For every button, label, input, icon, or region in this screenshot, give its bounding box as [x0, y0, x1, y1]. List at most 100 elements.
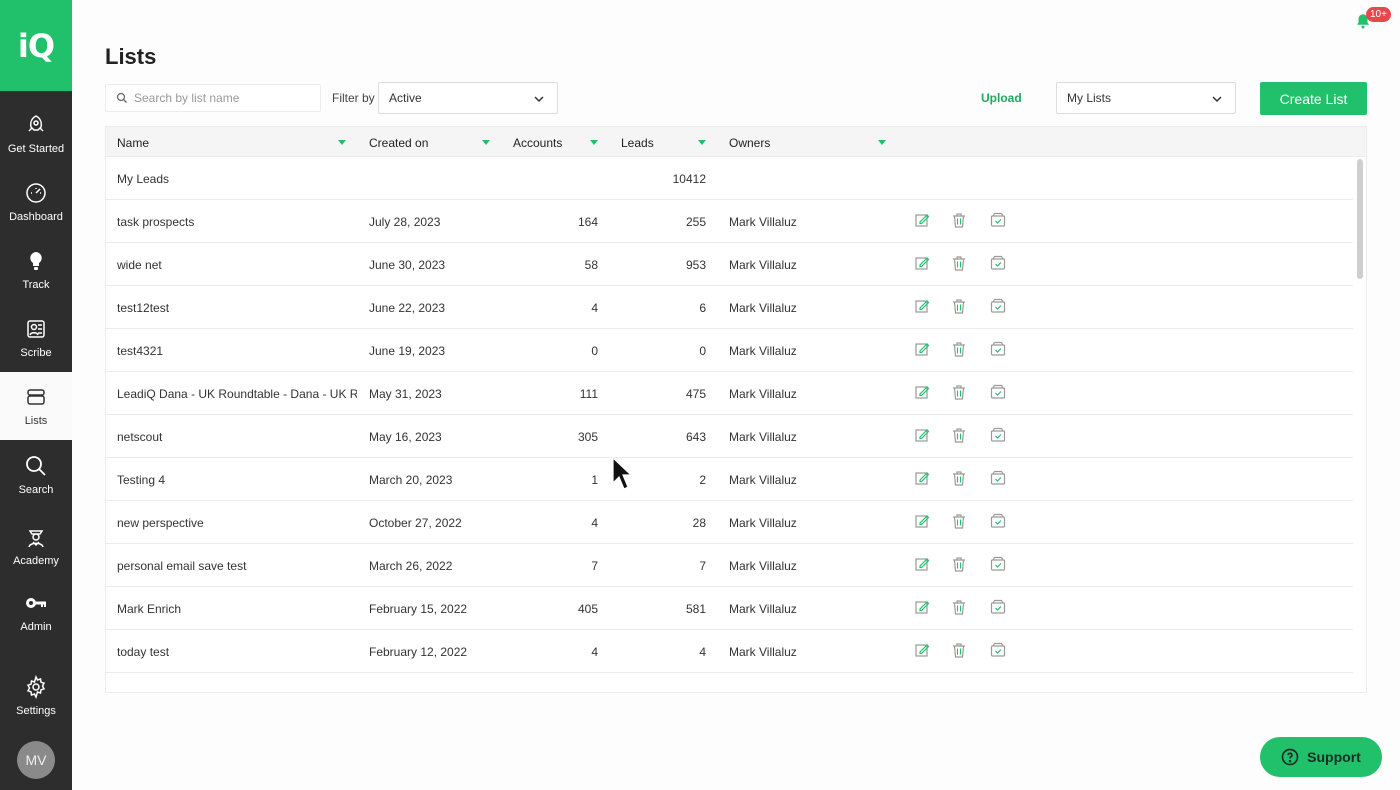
list-name[interactable]: Testing 4: [117, 473, 357, 487]
archive-list-button[interactable]: [990, 556, 1006, 572]
sidebar-item-track[interactable]: Track: [0, 236, 72, 304]
delete-list-button[interactable]: [951, 470, 967, 486]
column-header-name[interactable]: Name: [117, 136, 149, 150]
edit-list-button[interactable]: [914, 470, 930, 486]
list-name[interactable]: Mark Enrich: [117, 602, 357, 616]
sidebar-item-admin[interactable]: Admin: [0, 578, 72, 646]
table-row[interactable]: wide net June 30, 2023 58 953 Mark Villaluz: [106, 243, 1353, 286]
list-name[interactable]: new perspective: [117, 516, 357, 530]
archive-list-button[interactable]: [990, 341, 1006, 357]
page-title: Lists: [105, 44, 157, 69]
created-date: March 26, 2022: [369, 559, 453, 573]
stack-icon: [27, 389, 45, 405]
delete-list-button[interactable]: [951, 384, 967, 400]
edit-list-button[interactable]: [914, 341, 930, 357]
sidebar-item-dashboard[interactable]: Dashboard: [0, 168, 72, 236]
archive-list-button[interactable]: [990, 470, 1006, 486]
list-name[interactable]: test4321: [117, 344, 357, 358]
column-header-owners[interactable]: Owners: [729, 136, 770, 150]
table-row[interactable]: Testing 4 March 20, 2023 1 2 Mark Villaluz: [106, 458, 1353, 501]
delete-list-button[interactable]: [951, 255, 967, 271]
table-row[interactable]: test12test June 22, 2023 4 6 Mark Villaluz: [106, 286, 1353, 329]
column-header-created[interactable]: Created on: [369, 136, 428, 150]
archive-list-button[interactable]: [990, 298, 1006, 314]
list-name[interactable]: personal email save test: [117, 559, 357, 573]
delete-list-button[interactable]: [951, 642, 967, 658]
archive-list-button[interactable]: [990, 642, 1006, 658]
archive-icon: [990, 599, 1006, 614]
edit-list-button[interactable]: [914, 298, 930, 314]
delete-list-button[interactable]: [951, 427, 967, 443]
sidebar-item-scribe[interactable]: Scribe: [0, 304, 72, 372]
edit-list-button[interactable]: [914, 384, 930, 400]
edit-list-button[interactable]: [914, 642, 930, 658]
table-row[interactable]: netscout May 16, 2023 305 643 Mark Villaluz: [106, 415, 1353, 458]
chevron-down-icon: [534, 96, 544, 103]
sidebar-item-lists[interactable]: Lists: [0, 372, 72, 440]
list-name[interactable]: wide net: [117, 258, 357, 272]
table-row[interactable]: today test February 12, 2022 4 4 Mark Villal…: [106, 630, 1353, 673]
list-name[interactable]: task prospects: [117, 215, 357, 229]
delete-list-button[interactable]: [951, 212, 967, 228]
sidebar: iQ Get Started Dashboard Track Scribe Li…: [0, 0, 72, 790]
edit-list-button[interactable]: [914, 599, 930, 615]
edit-list-button[interactable]: [914, 427, 930, 443]
sort-icon[interactable]: [878, 140, 886, 145]
sidebar-item-settings[interactable]: Settings: [0, 662, 72, 730]
column-header-accounts[interactable]: Accounts: [513, 136, 562, 150]
table-row[interactable]: Mark Enrich February 15, 2022 405 581 Mark V…: [106, 587, 1353, 630]
sidebar-item-search[interactable]: Search: [0, 441, 72, 509]
table-row[interactable]: My Leads 10412: [106, 157, 1353, 200]
edit-list-button[interactable]: [914, 556, 930, 572]
search-input[interactable]: [134, 91, 304, 105]
leads-count: 475: [685, 387, 706, 401]
sort-icon[interactable]: [590, 140, 598, 145]
create-list-button[interactable]: Create List: [1260, 82, 1367, 115]
archive-list-button[interactable]: [990, 513, 1006, 529]
table-row[interactable]: test4321 June 19, 2023 0 0 Mark Villaluz: [106, 329, 1353, 372]
edit-icon: [915, 343, 930, 356]
table-scrollbar[interactable]: [1357, 159, 1363, 279]
list-name[interactable]: test12test: [117, 301, 357, 315]
sidebar-item-academy[interactable]: Academy: [0, 512, 72, 580]
table-row[interactable]: LeadiQ Dana - UK Roundtable - Dana - UK …: [106, 372, 1353, 415]
archive-icon: [990, 470, 1006, 485]
edit-list-button[interactable]: [914, 212, 930, 228]
delete-list-button[interactable]: [951, 556, 967, 572]
sort-icon[interactable]: [698, 140, 706, 145]
archive-list-button[interactable]: [990, 384, 1006, 400]
delete-list-button[interactable]: [951, 298, 967, 314]
table-row[interactable]: personal email save test March 26, 2022 7 7…: [106, 544, 1353, 587]
upload-link[interactable]: Upload: [981, 91, 1022, 105]
archive-list-button[interactable]: [990, 599, 1006, 615]
delete-list-button[interactable]: [951, 513, 967, 529]
list-name[interactable]: LeadiQ Dana - UK Roundtable - Dana - UK …: [117, 387, 357, 401]
delete-list-button[interactable]: [951, 599, 967, 615]
column-header-leads[interactable]: Leads: [621, 136, 654, 150]
created-date: June 30, 2023: [369, 258, 446, 272]
list-name[interactable]: today test: [117, 645, 357, 659]
archive-list-button[interactable]: [990, 212, 1006, 228]
list-name[interactable]: netscout: [117, 430, 357, 444]
edit-list-button[interactable]: [914, 513, 930, 529]
edit-list-button[interactable]: [914, 255, 930, 271]
list-name[interactable]: My Leads: [117, 172, 357, 186]
accounts-count: 111: [579, 387, 598, 401]
created-date: October 27, 2022: [369, 516, 462, 530]
delete-list-button[interactable]: [951, 341, 967, 357]
sidebar-item-get-started[interactable]: Get Started: [0, 100, 72, 168]
user-avatar[interactable]: MV: [17, 741, 55, 779]
support-button[interactable]: Support: [1260, 737, 1382, 777]
owner-name: Mark Villaluz: [729, 430, 797, 444]
sort-icon[interactable]: [338, 140, 346, 145]
archive-list-button[interactable]: [990, 427, 1006, 443]
leads-count: 643: [685, 430, 706, 444]
app-logo[interactable]: iQ: [0, 0, 72, 91]
table-row[interactable]: new perspective October 27, 2022 4 28 Mark V…: [106, 501, 1353, 544]
list-scope-select[interactable]: My Lists: [1056, 82, 1236, 114]
leads-count: 6: [699, 301, 706, 315]
sort-icon[interactable]: [482, 140, 490, 145]
archive-list-button[interactable]: [990, 255, 1006, 271]
status-filter-select[interactable]: Active: [378, 82, 558, 114]
table-row[interactable]: task prospects July 28, 2023 164 255 Mark Vi…: [106, 200, 1353, 243]
